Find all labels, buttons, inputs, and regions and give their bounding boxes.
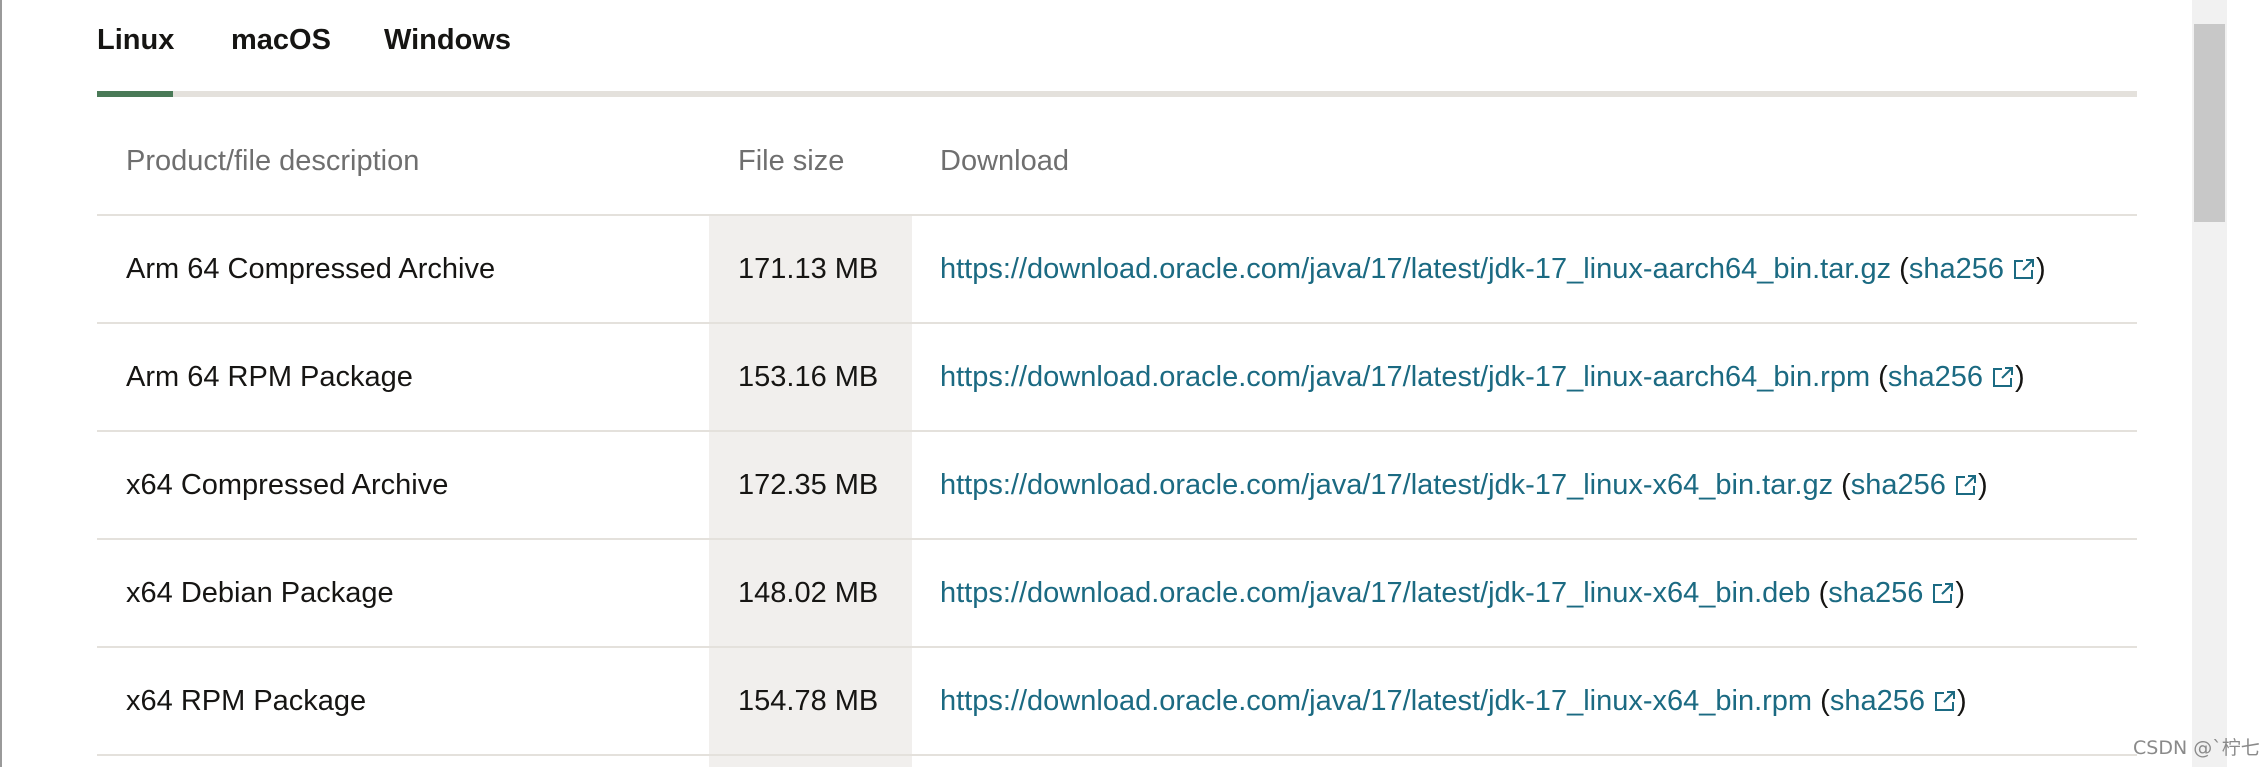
row-download-cell: https://download.oracle.com/java/17/late…: [912, 324, 2137, 430]
paren-close: ): [1956, 684, 1967, 717]
tab-track: [97, 91, 2137, 97]
paren-open: (: [1833, 468, 1851, 501]
row-file-size-partial: [709, 756, 912, 767]
checksum-link[interactable]: sha256: [1888, 361, 1983, 394]
external-link-icon[interactable]: [1991, 365, 2015, 389]
table-row: x64 RPM Package 154.78 MB https://downlo…: [97, 648, 2137, 756]
row-download-cell: https://download.oracle.com/java/17/late…: [912, 216, 2137, 322]
row-description: Arm 64 Compressed Archive: [126, 252, 496, 285]
table-header-row: Product/file description File size Downl…: [97, 108, 2137, 216]
row-file-size: 153.16 MB: [709, 324, 912, 430]
row-file-size: 171.13 MB: [709, 216, 912, 322]
external-link-icon[interactable]: [1933, 689, 1957, 713]
download-link[interactable]: https://download.oracle.com/java/17/late…: [940, 253, 1891, 286]
os-tabs: Linux macOS Windows: [97, 0, 2137, 98]
table-row: Arm 64 RPM Package 153.16 MB https://dow…: [97, 324, 2137, 432]
paren-close: ): [1977, 468, 1988, 501]
row-description: Arm 64 RPM Package: [126, 360, 413, 393]
download-link[interactable]: https://download.oracle.com/java/17/late…: [940, 469, 1833, 502]
row-file-size: 172.35 MB: [709, 432, 912, 538]
row-download-cell: https://download.oracle.com/java/17/late…: [912, 648, 2137, 754]
row-description: x64 Compressed Archive: [126, 468, 449, 501]
row-file-size: 154.78 MB: [709, 648, 912, 754]
download-page: Linux macOS Windows Product/file descrip…: [0, 0, 2268, 767]
paren-open: (: [1810, 576, 1829, 609]
downloads-table: Product/file description File size Downl…: [97, 108, 2137, 767]
paren-close: ): [2035, 252, 2046, 285]
header-description: Product/file description: [126, 144, 420, 177]
row-description: x64 RPM Package: [126, 684, 367, 717]
row-description: x64 Debian Package: [126, 576, 394, 609]
download-link[interactable]: https://download.oracle.com/java/17/late…: [940, 685, 1812, 718]
tab-macos[interactable]: macOS: [231, 24, 331, 74]
table-row-partial: [97, 756, 2137, 767]
active-tab-indicator: [97, 91, 173, 97]
row-file-size: 148.02 MB: [709, 540, 912, 646]
table-row: Arm 64 Compressed Archive 171.13 MB http…: [97, 216, 2137, 324]
download-link[interactable]: https://download.oracle.com/java/17/late…: [940, 361, 1870, 394]
row-download-cell: https://download.oracle.com/java/17/late…: [912, 540, 2137, 646]
watermark: CSDN @`柠七: [2133, 737, 2260, 759]
table-row: x64 Compressed Archive 172.35 MB https:/…: [97, 432, 2137, 540]
checksum-link[interactable]: sha256: [1909, 253, 2004, 286]
checksum-link[interactable]: sha256: [1830, 685, 1925, 718]
external-link-icon[interactable]: [1931, 581, 1955, 605]
tab-windows[interactable]: Windows: [384, 24, 511, 74]
header-file-size: File size: [738, 144, 845, 177]
row-download-cell: https://download.oracle.com/java/17/late…: [912, 432, 2137, 538]
download-link[interactable]: https://download.oracle.com/java/17/late…: [940, 577, 1811, 610]
tab-linux[interactable]: Linux: [97, 24, 174, 74]
external-link-icon[interactable]: [2012, 257, 2036, 281]
checksum-link[interactable]: sha256: [1851, 469, 1946, 502]
external-link-icon[interactable]: [1954, 473, 1978, 497]
paren-open: (: [1891, 252, 1909, 285]
header-download: Download: [940, 144, 1069, 177]
window-left-border: [0, 0, 2, 767]
paren-open: (: [1870, 360, 1888, 393]
checksum-link[interactable]: sha256: [1828, 577, 1923, 610]
paren-open: (: [1812, 684, 1830, 717]
table-row: x64 Debian Package 148.02 MB https://dow…: [97, 540, 2137, 648]
scrollbar-thumb[interactable]: [2194, 24, 2225, 222]
paren-close: ): [1955, 576, 1966, 609]
paren-close: ): [2015, 360, 2025, 393]
